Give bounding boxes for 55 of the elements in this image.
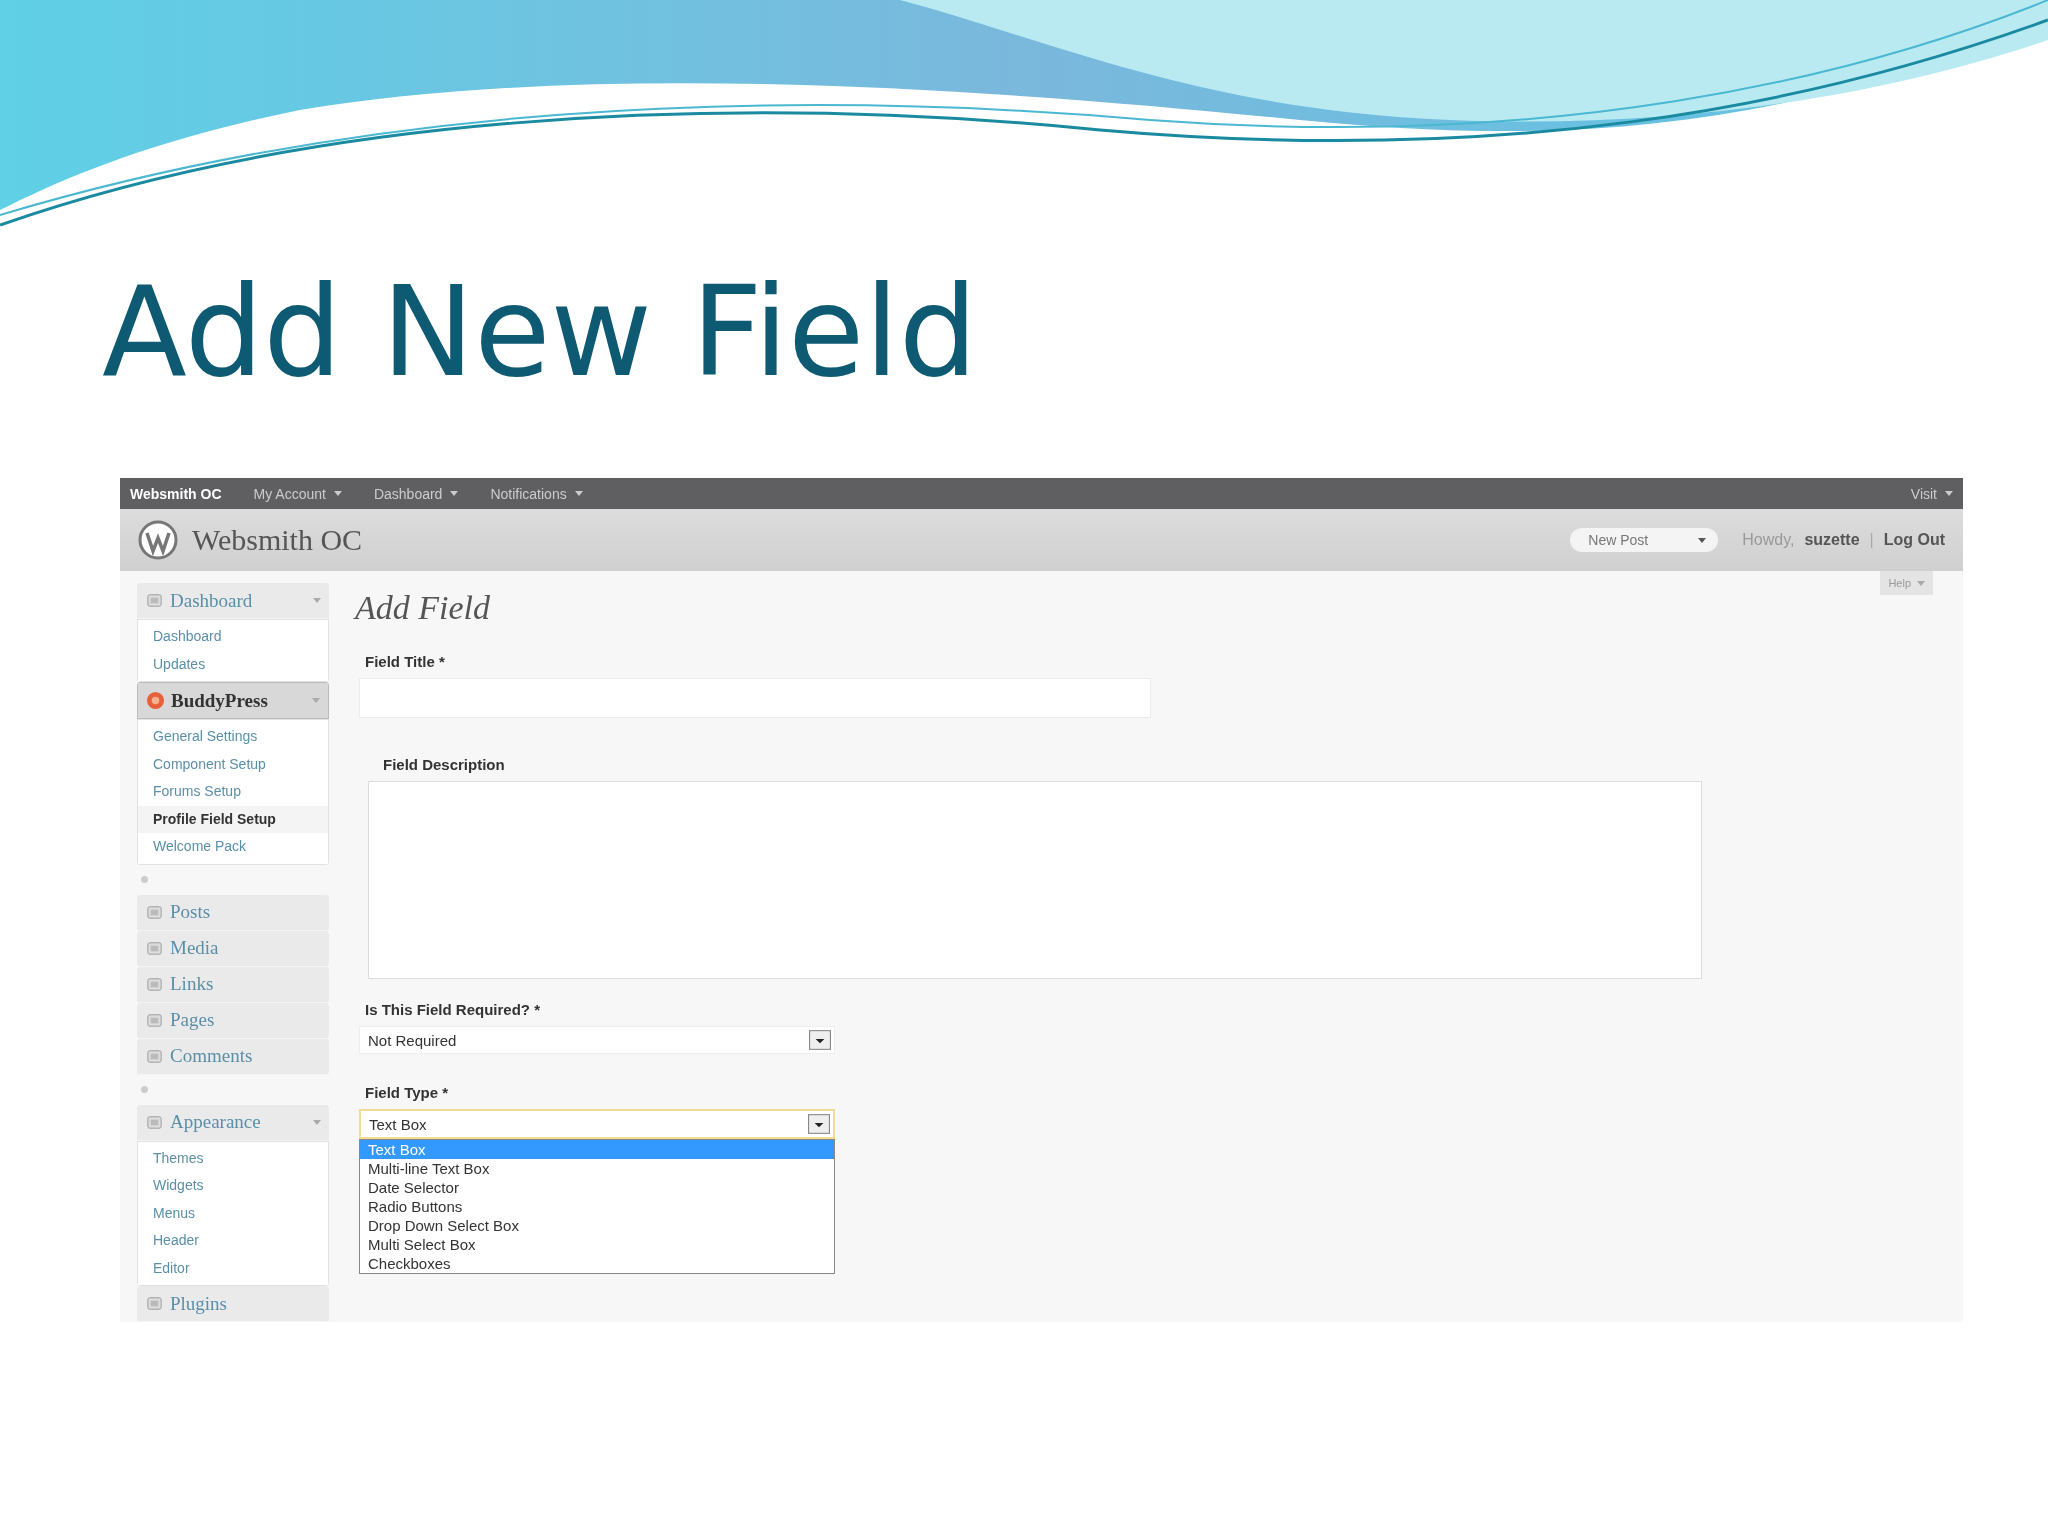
- caret-icon: [450, 491, 459, 496]
- slide-title: Add New Field: [102, 262, 978, 406]
- caret-icon: [333, 491, 342, 496]
- caret-icon: [1917, 580, 1925, 586]
- select-field[interactable]: Text Box: [359, 1109, 835, 1139]
- site-title: Websmith OC: [192, 523, 363, 557]
- dropdown-option[interactable]: Multi Select Box: [360, 1235, 834, 1254]
- caret-icon: [574, 491, 583, 496]
- dropdown-option[interactable]: Radio Buttons: [360, 1197, 834, 1216]
- separator-dot: [141, 876, 148, 883]
- visit-menu[interactable]: Visit: [1910, 485, 1953, 502]
- admin-menu[interactable]: My Account: [253, 485, 342, 502]
- caret-icon: [1698, 537, 1707, 543]
- dropdown-option[interactable]: Drop Down Select Box: [360, 1216, 834, 1235]
- username-link[interactable]: suzette: [1804, 531, 1860, 549]
- greeting-label: Howdy,: [1742, 531, 1795, 549]
- field-label: Field Title *: [365, 653, 446, 670]
- select-field[interactable]: Not Required: [359, 1026, 835, 1054]
- wordpress-logo-icon: [138, 520, 178, 560]
- field-label: Is This Field Required? *: [365, 1001, 542, 1018]
- dropdown-option[interactable]: Multi-line Text Box: [360, 1159, 834, 1178]
- text-area[interactable]: [368, 781, 1702, 979]
- menu-item[interactable]: Dashboard: [137, 583, 329, 619]
- submenu-item[interactable]: Dashboard: [138, 623, 328, 651]
- submenu-item[interactable]: General Settings: [138, 723, 328, 751]
- help-tab[interactable]: Help: [1880, 571, 1933, 595]
- site-link[interactable]: Websmith OC: [130, 485, 222, 502]
- caret-icon: [313, 1119, 321, 1125]
- logout-link[interactable]: Log Out: [1883, 531, 1945, 549]
- submenu-item[interactable]: Themes: [138, 1144, 328, 1172]
- admin-menu[interactable]: Notifications: [490, 485, 583, 502]
- dropdown-option[interactable]: Checkboxes: [360, 1254, 834, 1273]
- dropdown-option[interactable]: Text Box: [360, 1140, 834, 1159]
- field-label: Field Type *: [365, 1084, 450, 1101]
- submenu-item[interactable]: Editor: [138, 1254, 328, 1282]
- submenu-item[interactable]: Welcome Pack: [138, 833, 328, 861]
- admin-menu[interactable]: Dashboard: [373, 485, 459, 502]
- caret-icon: [312, 698, 320, 703]
- caret-icon: [1945, 491, 1953, 496]
- dropdown-option[interactable]: Date Selector: [360, 1178, 834, 1197]
- submenu-item[interactable]: Widgets: [138, 1172, 328, 1200]
- separator-dot: [141, 1086, 148, 1093]
- separator-text: |: [1869, 531, 1874, 549]
- new-post-dropdown[interactable]: New Post: [1570, 528, 1719, 552]
- submenu-item[interactable]: Forums Setup: [138, 778, 328, 806]
- menu-item[interactable]: Appearance: [137, 1104, 329, 1141]
- caret-icon: [313, 598, 321, 603]
- submenu-item[interactable]: Header: [138, 1227, 328, 1255]
- page-title: Add Field: [355, 589, 492, 627]
- menu-item[interactable]: BuddyPress: [137, 682, 329, 719]
- submenu-item[interactable]: Menus: [138, 1199, 328, 1227]
- submenu-item[interactable]: Updates: [138, 650, 328, 678]
- field-label: Field Description: [383, 756, 506, 773]
- submenu-item[interactable]: Component Setup: [138, 750, 328, 778]
- submenu-item[interactable]: Profile Field Setup: [138, 805, 328, 833]
